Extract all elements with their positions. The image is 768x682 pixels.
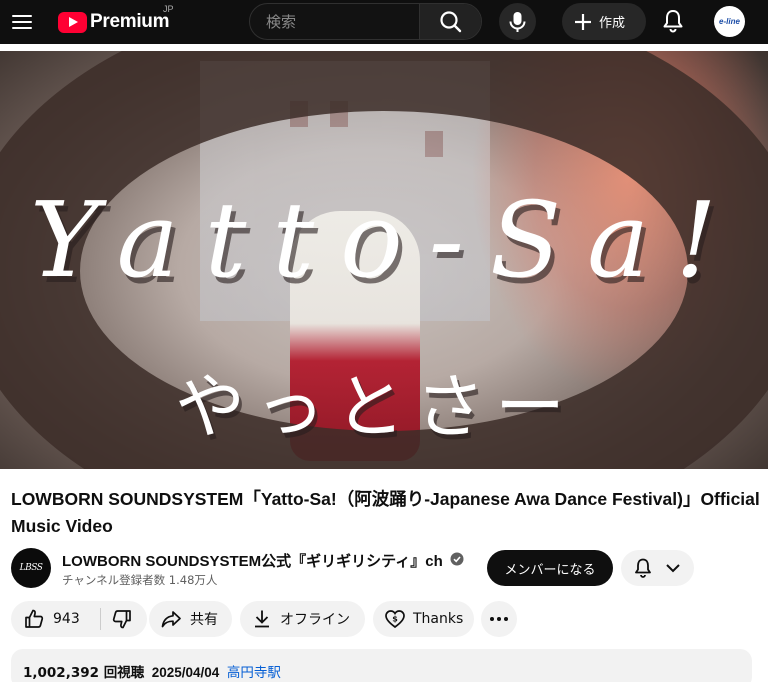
account-avatar[interactable]: e-line <box>714 6 745 37</box>
more-horizontal-icon <box>490 617 508 621</box>
search-input[interactable] <box>250 4 420 39</box>
channel-avatar[interactable]: LBSS <box>11 548 51 588</box>
youtube-premium-logo[interactable]: Premium <box>58 10 170 34</box>
more-actions-button[interactable] <box>481 601 517 637</box>
like-dislike-group: 943 <box>11 601 147 637</box>
create-button[interactable]: 作成 <box>562 3 646 40</box>
thumbs-up-icon <box>25 609 44 628</box>
join-membership-button[interactable]: メンバーになる <box>487 550 613 586</box>
bell-icon <box>635 558 651 578</box>
location-link[interactable]: 高円寺駅 <box>227 665 281 681</box>
verified-icon <box>450 552 464 566</box>
notification-settings-button[interactable] <box>621 550 694 586</box>
search-box <box>249 3 482 40</box>
notifications-button[interactable] <box>660 8 686 34</box>
video-thumbnail-kana: やっとさー <box>175 366 575 448</box>
menu-icon[interactable] <box>12 11 34 33</box>
share-icon <box>161 611 181 628</box>
bell-icon <box>663 10 683 33</box>
thumbs-down-icon <box>112 610 131 629</box>
channel-name[interactable]: LOWBORN SOUNDSYSTEM公式『ギリギリシティ』ch <box>62 550 443 571</box>
like-count: 943 <box>53 611 80 627</box>
search-button[interactable] <box>419 4 481 39</box>
microphone-icon <box>509 12 526 32</box>
view-count: 1,002,392 回視聴 <box>23 665 145 681</box>
subscriber-count: チャンネル登録者数 1.48万人 <box>62 573 218 587</box>
voice-search-button[interactable] <box>499 3 536 40</box>
share-button[interactable]: 共有 <box>149 601 232 637</box>
super-thanks-heart-icon: $ <box>385 610 405 629</box>
offline-label: オフライン <box>280 612 350 628</box>
thanks-button[interactable]: $ Thanks <box>373 601 474 637</box>
plus-icon <box>575 13 591 30</box>
share-label: 共有 <box>190 612 218 628</box>
dislike-button[interactable] <box>101 601 147 637</box>
download-offline-button[interactable]: オフライン <box>240 601 365 637</box>
region-code: JP <box>163 4 174 14</box>
top-bar: Premium JP 作成 e-line <box>0 0 768 44</box>
svg-text:$: $ <box>392 615 398 624</box>
video-thumbnail-title: Yatto-Sa! <box>30 179 743 301</box>
video-title: LOWBORN SOUNDSYSTEM「Yatto-Sa!（阿波踊り-Japan… <box>11 489 760 536</box>
logo-text: Premium <box>90 11 170 32</box>
youtube-logo-icon <box>58 11 87 33</box>
chevron-down-icon <box>666 564 680 573</box>
create-label: 作成 <box>599 16 626 31</box>
download-icon <box>255 610 269 628</box>
video-description[interactable]: 1,002,392 回視聴 2025/04/04 高円寺駅 <box>11 649 752 682</box>
upload-date: 2025/04/04 <box>151 665 220 680</box>
like-button[interactable]: 943 <box>11 601 100 637</box>
video-player[interactable]: Yatto-Sa! やっとさー <box>0 51 768 469</box>
channel-avatar-text: LBSS <box>19 563 43 573</box>
search-icon <box>440 11 462 33</box>
thanks-label: Thanks <box>413 611 464 627</box>
account-avatar-text: e-line <box>719 17 740 26</box>
